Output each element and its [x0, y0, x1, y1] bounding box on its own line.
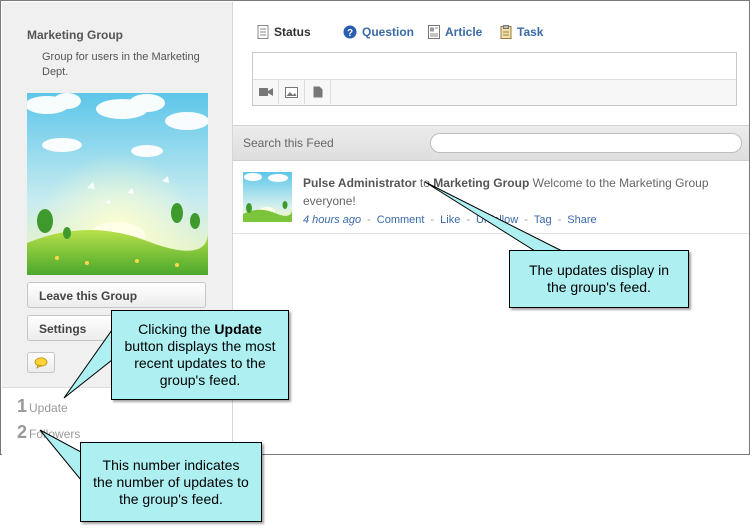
callout-count-note: This number indicates the number of upda… — [80, 442, 262, 522]
callout-update-note: Clicking the Update button displays the … — [111, 310, 289, 400]
callout-update-bold: Update — [214, 321, 262, 337]
callout-update-suffix: button displays the most recent updates … — [124, 338, 276, 388]
callout-update-prefix: Clicking the — [138, 321, 211, 337]
callout-feed-note: The updates display in the group's feed. — [509, 250, 689, 308]
callout-feed-text: The updates display in the group's feed. — [528, 262, 670, 295]
callout-update-text: Clicking the Update button displays the … — [122, 321, 278, 389]
callout-count-text: This number indicates the number of upda… — [93, 456, 249, 507]
